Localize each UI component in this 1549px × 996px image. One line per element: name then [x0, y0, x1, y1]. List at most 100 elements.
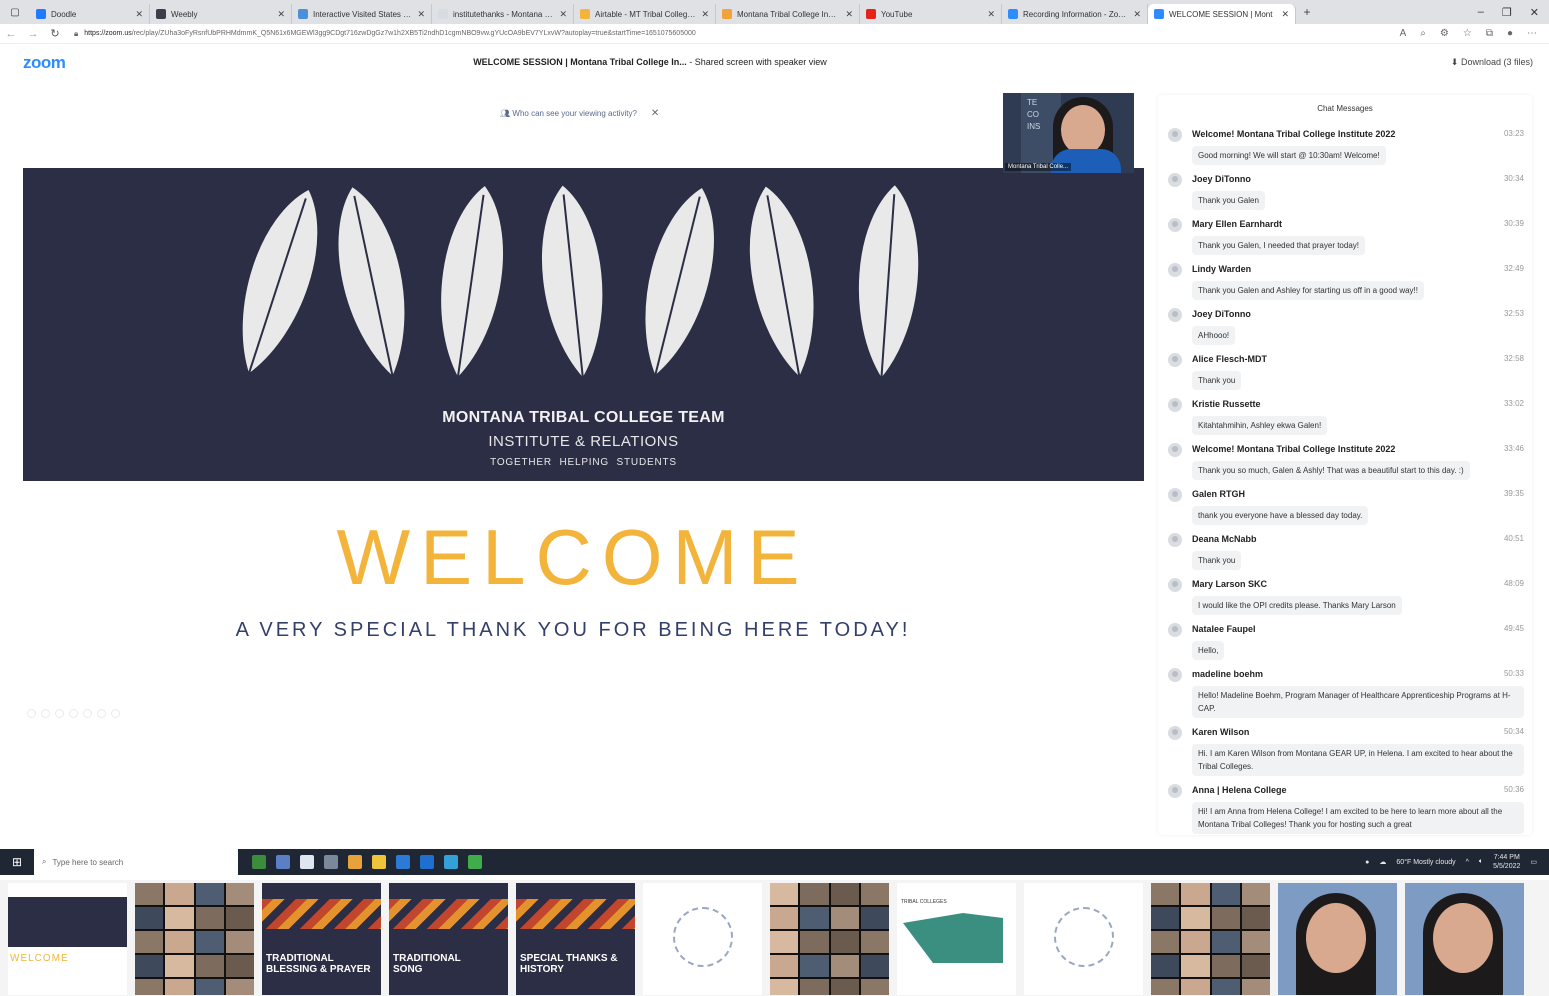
address-bar-actions: A ⌕ ⚙ ☆ ⧉ ● ⋯ [1400, 28, 1549, 39]
tab-close-icon[interactable]: ✕ [1281, 9, 1289, 20]
thumbnail-label: TRIBAL COLLEGES [901, 899, 947, 905]
chat-time[interactable]: 32:53 [1504, 309, 1524, 318]
tab-close-icon[interactable]: ✕ [701, 9, 709, 20]
read-aloud-icon[interactable]: A [1400, 28, 1407, 39]
browser-tab[interactable]: Airtable - MT Tribal College Inst ✕ [574, 4, 716, 24]
favorites-icon[interactable]: ☆ [1463, 28, 1472, 39]
tab-title: Weebly [171, 9, 198, 19]
chat-time[interactable]: 50:36 [1504, 785, 1524, 794]
tab-close-icon[interactable]: ✕ [559, 9, 567, 20]
maximize-icon[interactable]: ❐ [1502, 6, 1512, 19]
chat-panel[interactable]: Chat Messages Welcome! Montana Tribal Co… [1158, 95, 1532, 835]
app-tray-icon[interactable]: ● [1365, 859, 1369, 866]
close-icon[interactable]: ✕ [651, 108, 659, 119]
forward-icon[interactable]: → [22, 28, 44, 40]
taskbar-search-input[interactable]: ⌕ Type here to search [34, 849, 238, 875]
more-options-icon[interactable]: ⋯ [1527, 28, 1537, 39]
back-icon[interactable]: ← [0, 28, 22, 40]
chat-time[interactable]: 32:49 [1504, 264, 1524, 273]
chat-bubble: Thank you Galen [1192, 191, 1265, 210]
chat-time[interactable]: 39:35 [1504, 489, 1524, 498]
chat-time[interactable]: 50:33 [1504, 669, 1524, 678]
notification-icon[interactable]: ▭ [1530, 858, 1537, 866]
search-icon: ⌕ [42, 857, 47, 866]
chat-time[interactable]: 32:58 [1504, 354, 1524, 363]
folder-icon[interactable] [372, 855, 386, 869]
download-button[interactable]: ⬇ Download (3 files) [1451, 57, 1533, 68]
recording-thumbnail[interactable]: TRADITIONAL BLESSING & PRAYER [262, 883, 381, 995]
recording-thumbnail[interactable] [1151, 883, 1270, 995]
app-icon[interactable] [324, 855, 338, 869]
recording-thumbnail[interactable] [770, 883, 889, 995]
tab-close-icon[interactable]: ✕ [417, 9, 425, 20]
chat-time[interactable]: 33:46 [1504, 444, 1524, 453]
recording-thumbnail[interactable] [1024, 883, 1143, 995]
app-icon[interactable] [420, 855, 434, 869]
recording-thumbnail[interactable] [1278, 883, 1397, 995]
chat-time[interactable]: 30:34 [1504, 174, 1524, 183]
tab-close-icon[interactable]: ✕ [845, 9, 853, 20]
recording-thumbnail[interactable]: SPECIAL THANKS & HISTORY [516, 883, 635, 995]
chat-time[interactable]: 30:39 [1504, 219, 1524, 228]
chat-time[interactable]: 50:34 [1504, 727, 1524, 736]
weather-text[interactable]: 60°F Mostly cloudy [1396, 859, 1455, 866]
edge-icon[interactable] [444, 855, 458, 869]
recording-thumbnail[interactable]: TRIBAL COLLEGES [897, 883, 1016, 995]
profile-icon[interactable]: ● [1507, 28, 1513, 39]
volume-icon[interactable]: 🔈︎ [1479, 858, 1483, 866]
recording-thumbnail[interactable]: TRADITIONAL SONG [389, 883, 508, 995]
chat-sender: Mary Ellen Earnhardt [1192, 219, 1283, 229]
recording-thumbnail[interactable]: WELCOME [8, 883, 127, 995]
viewing-activity-link[interactable]: 👥︎ Who can see your viewing activity? [500, 109, 637, 118]
browser-tab[interactable]: YouTube ✕ [860, 4, 1002, 24]
tab-title: institutethanks - Montana Colle [453, 9, 554, 19]
tab-favicon-icon [298, 9, 308, 19]
collections-icon[interactable]: ⧉ [1486, 28, 1493, 39]
browser-tab[interactable]: Doodle ✕ [30, 4, 150, 24]
browser-tab[interactable]: Weebly ✕ [150, 4, 292, 24]
reload-icon[interactable]: ↻ [44, 27, 66, 40]
chat-time[interactable]: 40:51 [1504, 534, 1524, 543]
tray-overflow-icon[interactable]: ^ [1466, 859, 1469, 866]
thumbnail-label: TRADITIONAL BLESSING & PRAYER [266, 953, 371, 975]
speaker-video[interactable]: TE CO INS Montana Tribal Colle... [1003, 93, 1134, 173]
shared-screen-slide: MONTANA TRIBAL COLLEGE TEAM INSTITUTE & … [23, 168, 1144, 481]
window-menu-icon[interactable]: ▢ [0, 0, 30, 24]
chat-time[interactable]: 33:02 [1504, 399, 1524, 408]
app-icon[interactable] [276, 855, 290, 869]
new-tab-button[interactable]: + [1296, 5, 1318, 19]
recording-thumbnail[interactable] [643, 883, 762, 995]
browser-tab[interactable]: Interactive Visited States Map ✕ [292, 4, 432, 24]
tab-title: Montana Tribal College Institute [737, 9, 840, 19]
app-icon[interactable] [396, 855, 410, 869]
chat-time[interactable]: 48:09 [1504, 579, 1524, 588]
app-icon[interactable] [252, 855, 266, 869]
app-icon[interactable] [468, 855, 482, 869]
chat-bubble: Thank you Galen, I needed that prayer to… [1192, 236, 1365, 255]
chrome-icon[interactable] [348, 855, 362, 869]
chat-sender: Deana McNabb [1192, 534, 1257, 544]
clock[interactable]: 7:44 PM 5/5/2022 [1493, 853, 1520, 871]
recording-thumbnail[interactable] [1405, 883, 1524, 995]
extension-icon[interactable]: ⚙ [1440, 28, 1449, 39]
tab-close-icon[interactable]: ✕ [987, 9, 995, 20]
windows-start-icon[interactable]: ⊞ [0, 855, 34, 869]
browser-tab[interactable]: Recording Information - Zoom ✕ [1002, 4, 1148, 24]
url-field[interactable]: 🔒︎ https://zoom.us/rec/play/ZUha3oFyRsnf… [74, 29, 1324, 39]
browser-tab[interactable]: WELCOME SESSION | Mont ✕ [1148, 4, 1296, 24]
chat-sender: Joey DiTonno [1192, 309, 1251, 319]
browser-tab[interactable]: Montana Tribal College Institute ✕ [716, 4, 860, 24]
recording-thumbnail[interactable] [135, 883, 254, 995]
chat-bubble: AHhooo! [1192, 326, 1236, 345]
zoom-page-icon[interactable]: ⌕ [1420, 28, 1426, 39]
tab-close-icon[interactable]: ✕ [1133, 9, 1141, 20]
browser-tab[interactable]: institutethanks - Montana Colle ✕ [432, 4, 574, 24]
minimize-icon[interactable]: – [1478, 6, 1484, 19]
tab-close-icon[interactable]: ✕ [135, 9, 143, 20]
tab-close-icon[interactable]: ✕ [277, 9, 285, 20]
avatar-icon [1168, 218, 1182, 232]
chat-time[interactable]: 49:45 [1504, 624, 1524, 633]
chat-time[interactable]: 03:23 [1504, 129, 1524, 138]
dropbox-icon[interactable] [300, 855, 314, 869]
close-window-icon[interactable]: ✕ [1530, 6, 1539, 19]
